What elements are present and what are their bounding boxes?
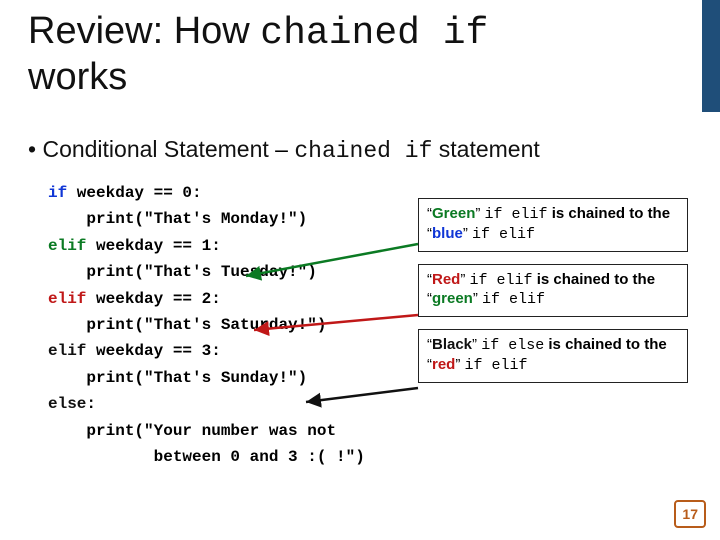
page-number: 17 xyxy=(674,500,706,528)
slide-title: Review: How chained if works xyxy=(28,10,488,99)
code-l3: weekday == 1: xyxy=(86,237,220,255)
code-l8: print("That's Sunday!") xyxy=(48,369,307,387)
co2-mono1: if elif xyxy=(470,272,533,289)
co3-q2: ” xyxy=(472,336,481,353)
co1-color2: blue xyxy=(432,225,463,242)
code-l6: print("That's Saturday!") xyxy=(48,316,326,334)
code-kw-else: else xyxy=(48,395,86,413)
callout-black: “Black” if else is chained to the “red” … xyxy=(418,329,688,383)
co2-q4: ” xyxy=(473,290,482,307)
code-l9: : xyxy=(86,395,96,413)
code-l5: weekday == 2: xyxy=(86,290,220,308)
co3-mono2: if elif xyxy=(465,357,528,374)
co1-mono2: if elif xyxy=(472,226,535,243)
co1-q2: ” xyxy=(475,205,484,222)
code-l4: print("That's Tuesday!") xyxy=(48,263,317,281)
bullet-line: • Conditional Statement – chained if sta… xyxy=(28,136,540,164)
callout-red: “Red” if elif is chained to the “green” … xyxy=(418,264,688,318)
co2-mono2: if elif xyxy=(482,291,545,308)
bullet-mono: chained if xyxy=(294,138,432,164)
bullet-pre: Conditional Statement xyxy=(36,136,275,162)
co1-mid: is chained to the xyxy=(548,205,671,222)
callout-green: “Green” if elif is chained to the “blue”… xyxy=(418,198,688,252)
co2-q2: ” xyxy=(460,271,469,288)
co3-color1: Black xyxy=(432,336,472,353)
code-kw-elif2: elif xyxy=(48,290,86,308)
co3-mid: is chained to the xyxy=(544,336,667,353)
title-mono: chained if xyxy=(260,12,488,55)
co2-mid: is chained to the xyxy=(533,271,656,288)
accent-bar xyxy=(702,0,720,112)
co2-color2: green xyxy=(432,290,473,307)
code-l1: weekday == 0: xyxy=(67,184,201,202)
code-l7: weekday == 3: xyxy=(86,342,220,360)
slide: Review: How chained if works • Condition… xyxy=(0,0,720,540)
bullet-dash: – xyxy=(275,136,294,162)
code-block: if weekday == 0: print("That's Monday!")… xyxy=(48,180,365,470)
code-l10a: print("Your number was not xyxy=(48,422,336,440)
co3-q4: ” xyxy=(455,356,464,373)
co3-color2: red xyxy=(432,356,455,373)
bullet-marker: • xyxy=(28,136,36,162)
bullet-post: statement xyxy=(432,136,539,162)
code-kw-elif3: elif xyxy=(48,342,86,360)
co3-mono1: if else xyxy=(481,337,544,354)
callouts: “Green” if elif is chained to the “blue”… xyxy=(418,198,688,395)
code-kw-if: if xyxy=(48,184,67,202)
co1-mono1: if elif xyxy=(485,206,548,223)
title-post: works xyxy=(28,56,127,98)
code-l10b: between 0 and 3 :( !") xyxy=(48,448,365,466)
code-l2: print("That's Monday!") xyxy=(48,210,307,228)
title-pre: Review: How xyxy=(28,10,260,52)
co1-q4: ” xyxy=(463,225,472,242)
co2-color1: Red xyxy=(432,271,460,288)
code-kw-elif1: elif xyxy=(48,237,86,255)
co1-color1: Green xyxy=(432,205,475,222)
